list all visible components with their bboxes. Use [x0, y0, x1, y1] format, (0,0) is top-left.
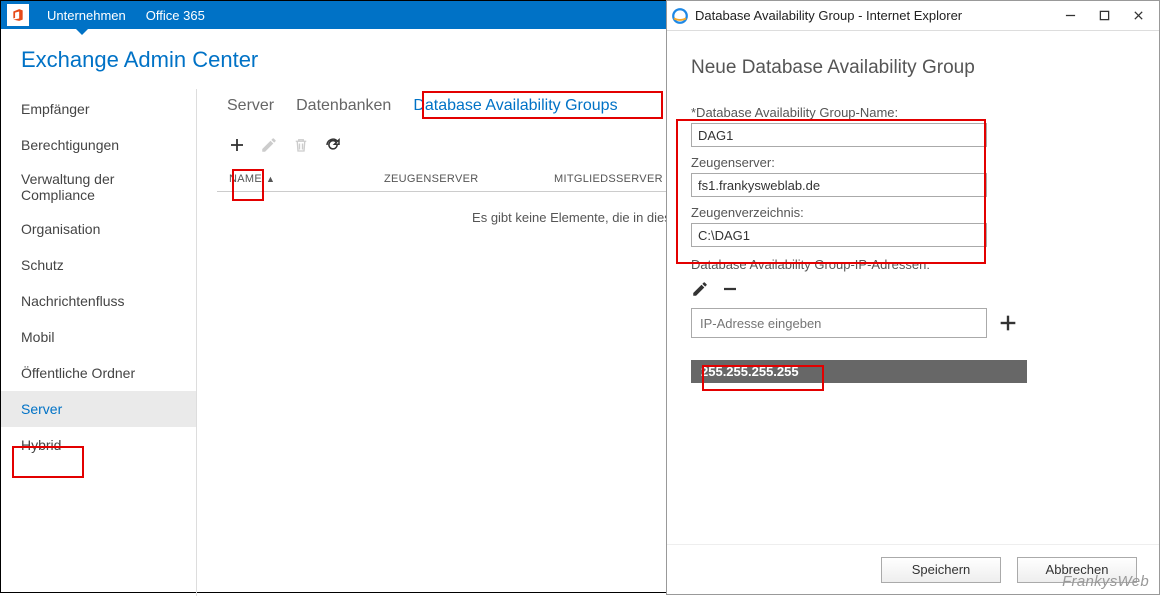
witness-server-input[interactable] — [691, 173, 987, 197]
office-logo — [7, 4, 29, 26]
sidebar-item-schutz[interactable]: Schutz — [1, 247, 196, 283]
ip-edit-icon[interactable] — [691, 280, 709, 298]
ip-remove-icon[interactable] — [721, 280, 739, 298]
sidebar-item-empfaenger[interactable]: Empfänger — [1, 91, 196, 127]
dag-name-input[interactable] — [691, 123, 987, 147]
witness-server-label: Zeugenserver: — [691, 155, 1135, 170]
ip-section-label: Database Availability Group-IP-Adressen: — [691, 257, 1135, 272]
minimize-button[interactable] — [1053, 2, 1087, 30]
topbar-office365[interactable]: Office 365 — [136, 1, 215, 29]
tab-server[interactable]: Server — [227, 97, 274, 115]
sidebar: Empfänger Berechtigungen Verwaltung der … — [1, 89, 196, 596]
delete-icon — [291, 135, 311, 155]
witness-dir-input[interactable] — [691, 223, 987, 247]
sidebar-item-server[interactable]: Server — [1, 391, 196, 427]
ip-add-icon[interactable] — [997, 312, 1019, 334]
add-icon[interactable] — [227, 135, 247, 155]
tab-datenbanken[interactable]: Datenbanken — [296, 97, 391, 115]
topbar-company[interactable]: Unternehmen — [37, 1, 136, 29]
ip-toolbar — [691, 280, 1135, 298]
maximize-button[interactable] — [1087, 2, 1121, 30]
edit-icon — [259, 135, 279, 155]
refresh-icon[interactable] — [323, 135, 343, 155]
sidebar-item-compliance[interactable]: Verwaltung der Compliance — [1, 163, 196, 211]
dag-name-label: *Database Availability Group-Name: — [691, 105, 1135, 120]
topbar-active-caret — [76, 29, 88, 35]
th-name[interactable]: NAME ▲ — [229, 173, 384, 185]
witness-dir-label: Zeugenverzeichnis: — [691, 205, 1135, 220]
popup-body: Neue Database Availability Group *Databa… — [667, 31, 1159, 544]
ie-icon — [671, 7, 689, 25]
save-button[interactable]: Speichern — [881, 557, 1001, 583]
sidebar-item-berechtigungen[interactable]: Berechtigungen — [1, 127, 196, 163]
watermark: FrankysWeb — [1062, 573, 1149, 590]
popup-heading: Neue Database Availability Group — [691, 57, 1135, 79]
ip-address-input[interactable] — [691, 308, 987, 338]
sidebar-item-oeffentliche-ordner[interactable]: Öffentliche Ordner — [1, 355, 196, 391]
th-witness[interactable]: ZEUGENSERVER — [384, 173, 554, 185]
th-name-label: NAME — [229, 173, 262, 185]
sidebar-item-hybrid[interactable]: Hybrid — [1, 427, 196, 463]
close-button[interactable] — [1121, 2, 1155, 30]
popup-window: Database Availability Group - Internet E… — [666, 0, 1160, 595]
sort-asc-icon: ▲ — [266, 174, 275, 184]
ip-list-item[interactable]: 255.255.255.255 — [691, 360, 1027, 383]
sidebar-item-organisation[interactable]: Organisation — [1, 211, 196, 247]
sidebar-item-nachrichtenfluss[interactable]: Nachrichtenfluss — [1, 283, 196, 319]
tab-dag[interactable]: Database Availability Groups — [413, 97, 617, 115]
popup-title: Database Availability Group - Internet E… — [695, 8, 1053, 23]
sidebar-item-mobil[interactable]: Mobil — [1, 319, 196, 355]
popup-titlebar[interactable]: Database Availability Group - Internet E… — [667, 1, 1159, 31]
